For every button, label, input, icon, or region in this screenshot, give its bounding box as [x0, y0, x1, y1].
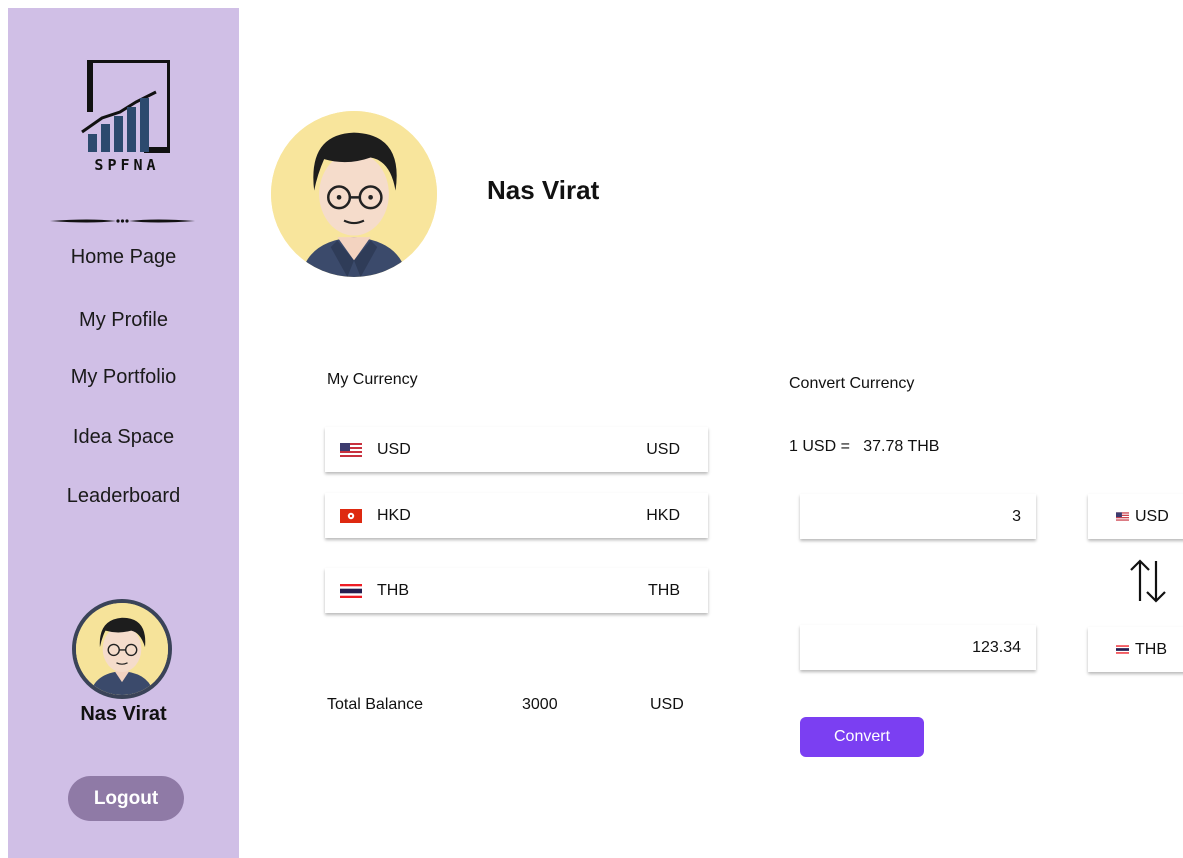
avatar-illustration-icon [271, 111, 437, 277]
nav-my-profile[interactable]: My Profile [8, 309, 239, 332]
page: SPFNA Home Page My Profile My Portfolio … [0, 0, 1183, 858]
to-currency-code: THB [1135, 640, 1167, 658]
currency-row-usd[interactable]: USD USD [325, 427, 708, 472]
th-flag-icon [340, 583, 362, 598]
convert-button[interactable]: Convert [800, 717, 924, 757]
currency-code-right: HKD [646, 506, 680, 524]
to-amount-output[interactable]: 123.34 [800, 625, 1036, 670]
us-flag-icon [340, 442, 362, 457]
nav-my-portfolio[interactable]: My Portfolio [8, 366, 239, 389]
divider [50, 219, 195, 223]
logo-text: SPFNA [94, 156, 160, 174]
my-currency-title: My Currency [327, 371, 418, 388]
total-balance-value: 3000 [522, 696, 558, 713]
currency-row-thb[interactable]: THB THB [325, 568, 708, 613]
currency-code-right: USD [646, 440, 680, 458]
total-balance-label: Total Balance [327, 696, 424, 713]
avatar-illustration-icon [76, 603, 168, 695]
profile-name: Nas Virat [487, 175, 600, 205]
exchange-rate-text: 1 USD = 37.78 THB [789, 438, 940, 455]
currency-code: USD [377, 440, 411, 458]
th-flag-icon [1116, 645, 1129, 654]
currency-code-right: THB [648, 581, 680, 599]
us-flag-icon [1116, 512, 1129, 521]
hk-flag-icon [340, 508, 362, 523]
sidebar: SPFNA Home Page My Profile My Portfolio … [8, 8, 239, 858]
currency-code: THB [377, 581, 409, 599]
logout-button[interactable]: Logout [68, 776, 184, 821]
from-currency-code: USD [1135, 507, 1169, 525]
nav-idea-space[interactable]: Idea Space [8, 426, 239, 449]
currency-row-hkd[interactable]: HKD HKD [325, 493, 708, 538]
convert-currency-title: Convert Currency [789, 375, 915, 392]
sidebar-avatar[interactable] [72, 599, 172, 699]
to-currency-select[interactable]: THB [1088, 627, 1183, 672]
from-currency-select[interactable]: USD [1088, 494, 1183, 539]
profile-avatar[interactable] [271, 111, 437, 277]
swap-arrows-icon[interactable] [1128, 557, 1168, 605]
nav-leaderboard[interactable]: Leaderboard [8, 485, 239, 508]
sidebar-user-name: Nas Virat [80, 703, 167, 725]
currency-code: HKD [377, 506, 411, 524]
total-balance-currency: USD [650, 696, 684, 713]
nav-home-page[interactable]: Home Page [8, 246, 239, 269]
from-amount-input[interactable]: 3 [800, 494, 1036, 539]
